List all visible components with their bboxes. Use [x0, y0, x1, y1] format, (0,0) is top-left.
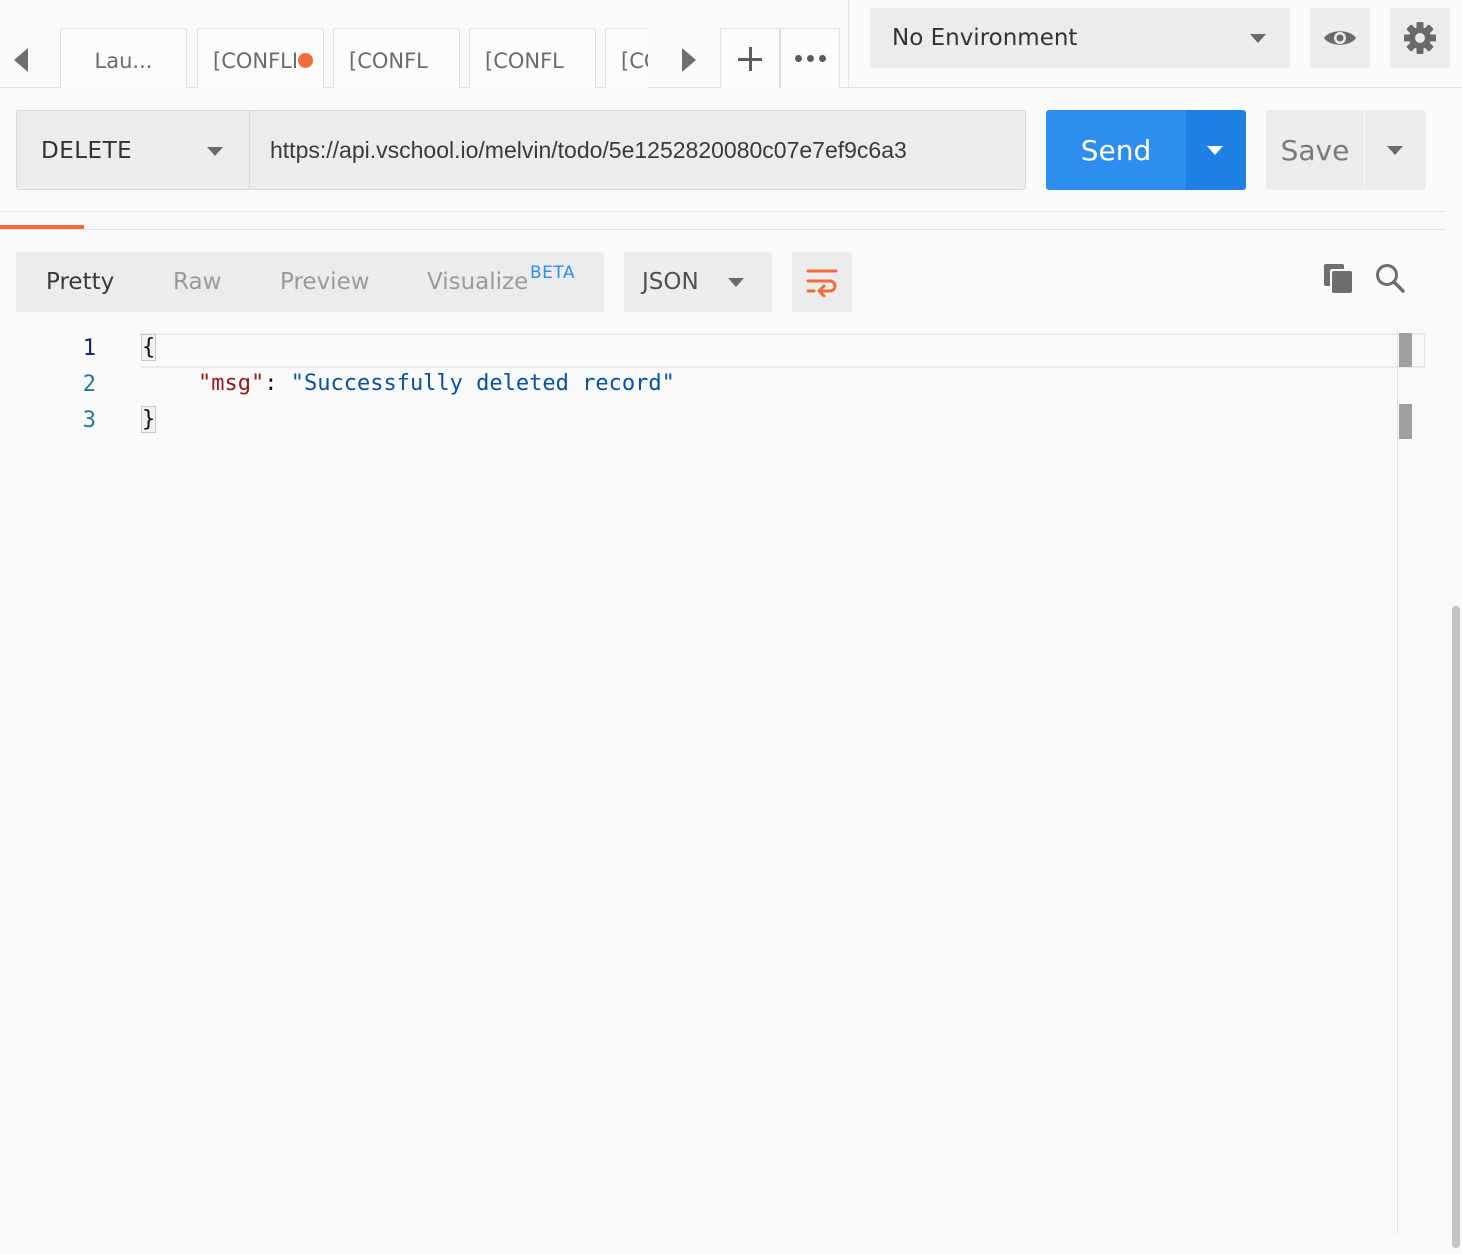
ellipsis-icon — [818, 55, 826, 62]
response-format-value: JSON — [642, 269, 699, 295]
request-tab-label: [CONFL — [349, 49, 428, 73]
ellipsis-icon — [806, 55, 814, 62]
response-view-tabs: Pretty Raw Preview Visualize BETA — [16, 252, 604, 312]
json-key: "msg" — [198, 371, 265, 396]
response-body-editor[interactable]: 1 2 3 { "msg": "Successfully deleted rec… — [0, 330, 1446, 1234]
gear-icon — [1404, 22, 1436, 54]
minimap-frame — [1412, 333, 1425, 367]
json-close-brace: } — [140, 406, 157, 433]
wrap-lines-button[interactable] — [792, 252, 852, 312]
line-number: 1 — [82, 336, 96, 361]
request-tab-label: [CONFLI — [213, 49, 299, 73]
environment-select[interactable]: No Environment — [870, 8, 1290, 68]
json-open-brace: { — [140, 334, 157, 361]
unsaved-dot-icon — [298, 53, 313, 68]
tab-bar: Lau... [CONFLI [CONFL [CONFL [CO No Envi… — [0, 0, 1462, 88]
minimap-marker — [1399, 404, 1412, 439]
save-options-button[interactable] — [1365, 110, 1426, 190]
request-url-input[interactable] — [249, 110, 1026, 190]
code-line: "msg": "Successfully deleted record" — [198, 371, 675, 396]
page-scrollbar[interactable] — [1450, 96, 1462, 1254]
wrap-lines-icon — [806, 269, 838, 297]
send-button[interactable]: Send — [1046, 110, 1186, 190]
copy-response-button[interactable] — [1318, 258, 1358, 298]
eye-icon — [1324, 31, 1356, 45]
environment-select-value: No Environment — [892, 25, 1078, 51]
new-tab-button[interactable] — [720, 28, 780, 88]
ellipsis-icon — [794, 55, 802, 62]
tab-preview[interactable]: Preview — [280, 269, 370, 295]
request-tab-label: [CO — [621, 49, 648, 73]
copy-icon — [1324, 264, 1352, 293]
request-tab[interactable]: [CONFL — [333, 28, 460, 88]
request-tab[interactable]: Lau... — [60, 28, 187, 88]
tab-raw[interactable]: Raw — [173, 269, 221, 295]
page-scrollbar-thumb[interactable] — [1452, 606, 1460, 1248]
chevron-down-icon — [1387, 146, 1403, 155]
http-method-select[interactable]: DELETE — [16, 110, 249, 190]
tab-pretty[interactable]: Pretty — [46, 269, 114, 295]
response-format-select[interactable]: JSON — [624, 252, 772, 312]
tabs-viewport: Lau... [CONFLI [CONFL [CONFL [CO — [60, 28, 648, 88]
chevron-down-icon — [728, 278, 744, 287]
code-line: } — [140, 406, 157, 433]
chevron-down-icon — [1207, 146, 1223, 155]
code-line: { — [140, 334, 157, 361]
divider — [0, 229, 1446, 230]
line-number: 3 — [82, 408, 96, 433]
json-colon: : — [264, 371, 291, 396]
send-button-label: Send — [1080, 133, 1152, 167]
save-button-label: Save — [1280, 133, 1350, 167]
scroll-tabs-right-button[interactable] — [672, 36, 706, 84]
divider — [0, 211, 1446, 212]
tab-options-button[interactable] — [780, 28, 840, 88]
beta-badge: BETA — [530, 263, 576, 283]
environment-quick-look-button[interactable] — [1310, 8, 1370, 68]
save-button[interactable]: Save — [1266, 110, 1364, 190]
request-tab-label: [CONFL — [485, 49, 564, 73]
minimap-slider[interactable] — [1399, 333, 1412, 367]
search-icon — [1376, 264, 1405, 293]
chevron-down-icon — [207, 147, 223, 156]
scroll-tabs-left-button[interactable] — [6, 36, 36, 84]
http-method-value: DELETE — [41, 138, 133, 164]
line-number: 2 — [82, 372, 96, 397]
request-tab[interactable]: [CONFL — [469, 28, 596, 88]
search-response-button[interactable] — [1370, 258, 1410, 298]
manage-environments-button[interactable] — [1390, 8, 1450, 68]
arrow-right-icon — [682, 48, 696, 72]
plus-icon — [738, 46, 762, 71]
chevron-down-icon — [1250, 34, 1266, 43]
request-tab[interactable]: [CO — [605, 28, 648, 88]
arrow-left-icon — [14, 48, 28, 72]
minimap-track — [1397, 330, 1398, 1234]
tab-visualize[interactable]: Visualize — [427, 269, 528, 295]
request-tab-label: Lau... — [94, 49, 153, 73]
divider — [848, 0, 849, 88]
request-tab[interactable]: [CONFLI — [197, 28, 324, 88]
current-line-highlight — [140, 333, 1426, 368]
json-string-value: "Successfully deleted record" — [290, 371, 675, 396]
send-options-button[interactable] — [1186, 110, 1246, 190]
